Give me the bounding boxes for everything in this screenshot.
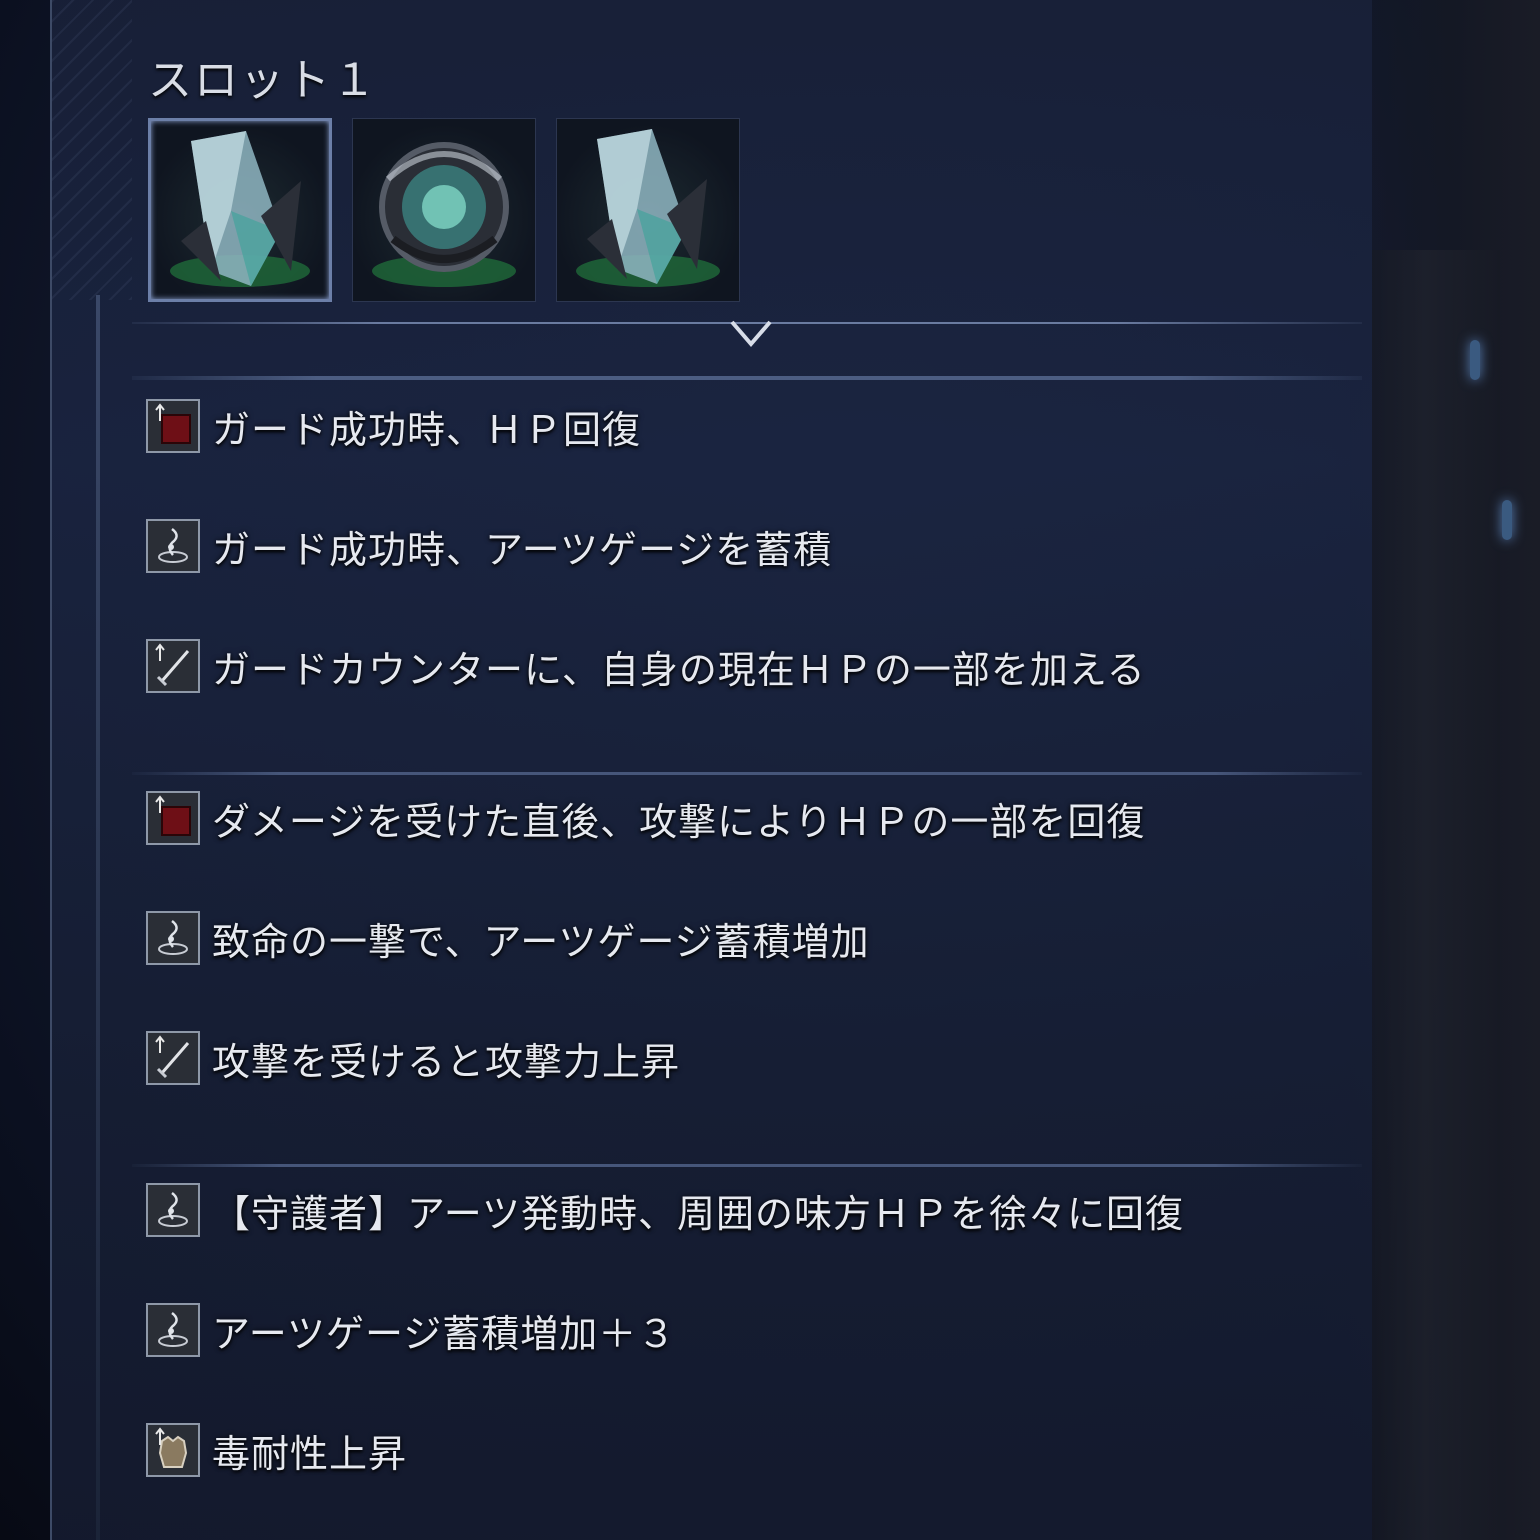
effect-row[interactable]: ダメージを受けた直後、攻撃によりＨＰの一部を回復 [146,790,1145,846]
effect-row[interactable]: ガード成功時、アーツゲージを蓄積 [146,518,832,574]
gem-slot-1[interactable] [148,118,332,302]
hp-up-icon [146,399,200,453]
crystal-shard-icon [576,129,720,287]
group-divider [132,772,1362,775]
gem-row [148,118,740,302]
attack-up-icon [146,639,200,693]
gem-slot-3[interactable] [556,118,740,302]
arts-gauge-icon [146,911,200,965]
effect-row[interactable]: ガードカウンターに、自身の現在ＨＰの一部を加える [146,638,1146,694]
effect-row[interactable]: ガード成功時、ＨＰ回復 [146,398,641,454]
arts-gauge-icon [146,1303,200,1357]
lamp-glow [1470,340,1480,380]
slot-title: スロット１ [148,55,378,106]
thorn-orb-icon [372,142,516,287]
lamp-glow [1502,500,1512,540]
effect-row[interactable]: 攻撃を受けると攻撃力上昇 [146,1030,680,1086]
armor-up-icon [146,1423,200,1477]
effect-row[interactable]: 毒耐性上昇 [146,1422,407,1478]
background-pillar [1350,250,1500,1540]
effect-text: ダメージを受けた直後、攻撃によりＨＰの一部を回復 [212,799,1146,844]
crystal-shard-icon [170,131,310,287]
panel-edge [96,295,100,1540]
effect-text: 毒耐性上昇 [212,1431,408,1476]
effects-header-bar [132,376,1362,380]
arts-gauge-icon [146,519,200,573]
effect-text: 攻撃を受けると攻撃力上昇 [212,1039,681,1084]
effect-text: 【守護者】アーツ発動時、周囲の味方ＨＰを徐々に回復 [212,1191,1184,1236]
attack-up-icon [146,1031,200,1085]
gem-slot-2[interactable] [352,118,536,302]
arts-gauge-icon [146,1183,200,1237]
hp-up-icon [146,791,200,845]
effect-text: アーツゲージ蓄積増加＋３ [212,1311,677,1356]
frame-decoration [52,0,132,300]
effect-row[interactable]: 致命の一撃で、アーツゲージ蓄積増加 [146,910,870,966]
effect-text: 致命の一撃で、アーツゲージ蓄積増加 [212,919,870,964]
effect-row[interactable]: アーツゲージ蓄積増加＋３ [146,1302,676,1358]
group-divider [132,1164,1362,1167]
effect-row[interactable]: 【守護者】アーツ発動時、周囲の味方ＨＰを徐々に回復 [146,1182,1184,1238]
effect-text: ガード成功時、アーツゲージを蓄積 [212,527,833,572]
effect-text: ガード成功時、ＨＰ回復 [212,407,642,452]
chevron-down-icon[interactable] [728,316,774,350]
effect-text: ガードカウンターに、自身の現在ＨＰの一部を加える [212,647,1146,692]
